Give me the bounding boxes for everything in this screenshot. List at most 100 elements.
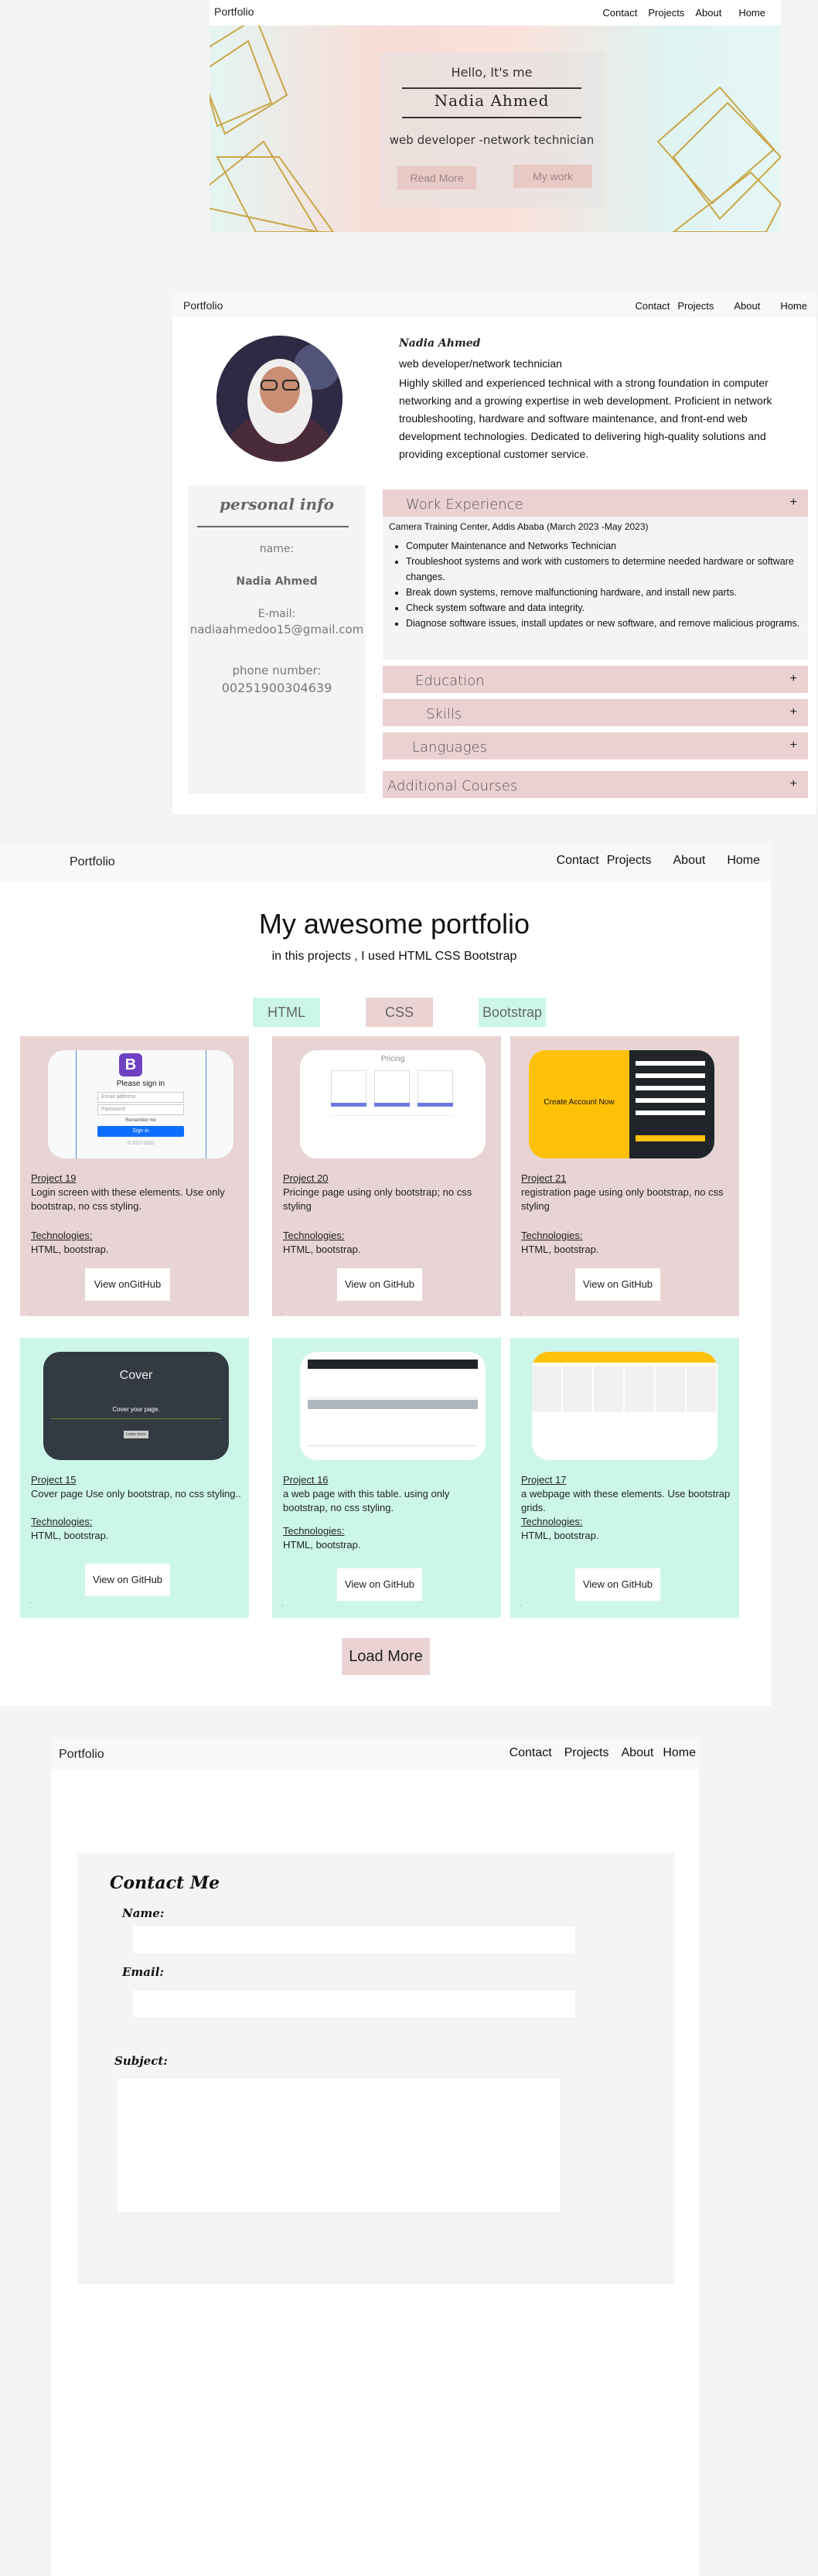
contact-form-panel [77, 1853, 674, 2284]
nav-projects[interactable]: Projects [564, 1746, 609, 1760]
nav-contact[interactable]: Contact [636, 300, 670, 312]
technologies-value: HTML, bootstrap. [521, 1530, 599, 1541]
avatar [216, 336, 343, 462]
view-on-github-button[interactable]: View on GitHub [575, 1268, 660, 1301]
accordion-work-experience[interactable]: Work Experience + [383, 490, 808, 517]
shot-field [636, 1111, 705, 1115]
accordion-skills[interactable]: Skills + [383, 699, 808, 726]
project-card: Create Account Now Project 21 registrati… [510, 1036, 739, 1316]
nav-projects[interactable]: Projects [677, 300, 714, 312]
technologies-value: HTML, bootstrap. [521, 1244, 599, 1255]
technologies-label: Technologies: [521, 1516, 583, 1527]
pricing-tier [374, 1070, 410, 1106]
nav-about[interactable]: About [622, 1746, 654, 1760]
hero-name: Nadia Ahmed [434, 91, 550, 110]
personal-info-panel [188, 486, 366, 793]
view-on-github-button[interactable]: View onGitHub [85, 1268, 170, 1301]
brand-logo[interactable]: Portfolio [214, 5, 254, 18]
card-marker: . [29, 1308, 32, 1315]
brand-logo[interactable]: Portfolio [59, 1748, 104, 1762]
project-title: Project 19 [31, 1172, 77, 1184]
accordion-languages[interactable]: Languages + [383, 732, 808, 759]
accordion-education[interactable]: Education + [383, 666, 808, 693]
portfolio-title: My awesome portfolio [258, 908, 530, 940]
project-description: a webpage with these elements. Use boots… [521, 1488, 731, 1513]
shot-text: Pricing [380, 1055, 405, 1063]
technologies-value: HTML, bootstrap. [283, 1244, 361, 1255]
read-more-button[interactable]: Read More [397, 166, 476, 189]
technologies-label: Technologies: [31, 1516, 93, 1527]
card-marker: . [281, 1308, 284, 1315]
nav-home[interactable]: Home [780, 300, 807, 312]
load-more-button[interactable]: Load More [342, 1638, 430, 1675]
shot-text: Create Account Now [544, 1098, 615, 1107]
shot-dark-panel [629, 1050, 714, 1158]
view-on-github-button[interactable]: View on GitHub [85, 1564, 170, 1596]
accordion-additional-courses[interactable]: Additional Courses + [383, 771, 808, 798]
project-card: Cover Cover your page. Learn more Projec… [20, 1338, 249, 1618]
nav-about[interactable]: About [673, 854, 706, 868]
project-screenshot: Create Account Now [529, 1050, 714, 1158]
tab-bootstrap[interactable]: Bootstrap [479, 998, 546, 1027]
accordion-label: Education [415, 673, 485, 689]
pricing-tier [418, 1070, 453, 1106]
nav-about[interactable]: About [695, 7, 721, 19]
project-title: Project 21 [521, 1172, 567, 1184]
view-on-github-button[interactable]: View on GitHub [575, 1568, 660, 1601]
plus-icon[interactable]: + [790, 777, 797, 791]
project-title: Project 16 [283, 1474, 329, 1486]
view-on-github-button[interactable]: View on GitHub [337, 1268, 422, 1301]
nav-about[interactable]: About [734, 300, 760, 312]
nav-home[interactable]: Home [663, 1746, 696, 1760]
email-input[interactable] [133, 1991, 575, 2017]
shot-yellow-panel: Create Account Now [529, 1050, 629, 1158]
accordion-label: Languages [412, 739, 487, 756]
tab-html[interactable]: HTML [253, 998, 320, 1027]
accordion-label: Work Experience [406, 496, 523, 513]
view-on-github-button[interactable]: View on GitHub [337, 1568, 422, 1601]
project-card: Project 17 a webpage with these elements… [510, 1338, 739, 1618]
hero-greeting: Hello, It's me [451, 65, 533, 80]
project-screenshot: B Please sign in Email address Password … [48, 1050, 233, 1158]
accordion-label: Skills [426, 706, 462, 722]
shot-field [636, 1061, 705, 1066]
nav-projects[interactable]: Projects [648, 7, 684, 19]
brand-logo[interactable]: Portfolio [70, 855, 115, 869]
contact-navbar: Portfolio Contact Projects About Home [51, 1738, 699, 1769]
project-screenshot [300, 1352, 486, 1460]
name-input[interactable] [133, 1926, 575, 1953]
hero-divider-bottom [402, 117, 581, 118]
tab-css[interactable]: CSS [366, 998, 433, 1027]
nav-contact[interactable]: Contact [510, 1746, 552, 1760]
work-item: Troubleshoot systems and work with custo… [406, 554, 800, 585]
shot-field [636, 1098, 705, 1103]
subject-textarea[interactable] [118, 2079, 560, 2212]
plus-icon[interactable]: + [790, 672, 797, 686]
my-work-button[interactable]: My work [513, 165, 592, 188]
work-list: Computer Maintenance and Networks Techni… [406, 538, 800, 631]
project-card: B Please sign in Email address Password … [20, 1036, 249, 1316]
personal-info-divider [197, 526, 349, 527]
shot-text: Learn more [124, 1431, 148, 1438]
nav-home[interactable]: Home [727, 854, 760, 868]
project-screenshot: Pricing [300, 1050, 486, 1158]
plus-icon[interactable]: + [790, 705, 797, 719]
name-value: Nadia Ahmed [236, 575, 318, 588]
about-name: Nadia Ahmed [399, 337, 481, 350]
card-marker: . [520, 1601, 522, 1608]
accordion-label: Additional Courses [387, 778, 518, 794]
hero-navbar: Portfolio Contact Projects About Home [210, 0, 781, 26]
table-rows [308, 1370, 478, 1398]
plus-icon[interactable]: + [790, 496, 797, 510]
nav-contact[interactable]: Contact [557, 854, 599, 868]
card-marker: . [281, 1601, 284, 1608]
nav-contact[interactable]: Contact [603, 7, 638, 19]
brand-logo[interactable]: Portfolio [183, 299, 223, 312]
plus-icon[interactable]: + [790, 739, 797, 752]
hero-role: web developer -network technician [389, 133, 595, 147]
nav-home[interactable]: Home [738, 7, 765, 19]
work-item: Diagnose software issues, install update… [406, 616, 800, 631]
shot-text: Cover your page. [112, 1406, 160, 1413]
nav-projects[interactable]: Projects [607, 854, 652, 868]
project-description: Login screen with these elements. Use on… [31, 1186, 225, 1212]
